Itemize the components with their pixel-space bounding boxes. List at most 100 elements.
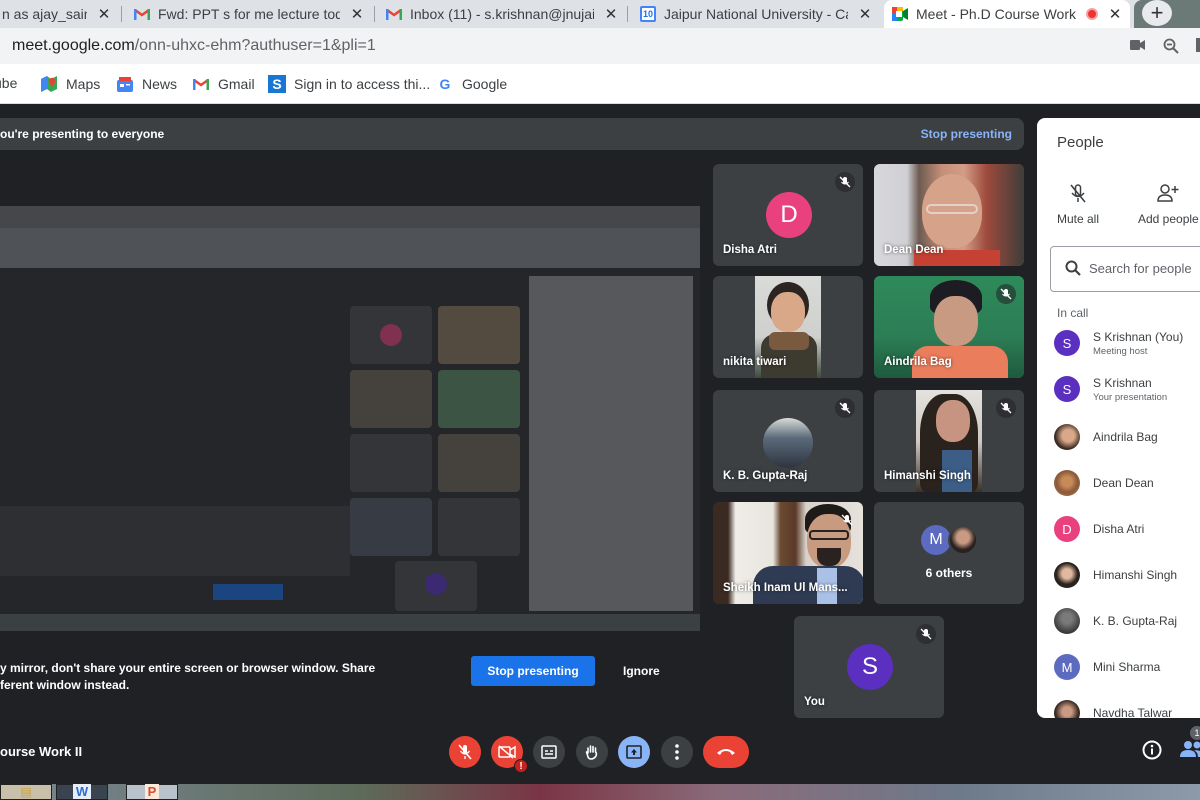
- info-icon: [1142, 740, 1162, 760]
- mute-all-button[interactable]: Mute all: [1057, 184, 1099, 226]
- participant-name: nikita tiwari: [723, 356, 787, 368]
- camera-toggle-button[interactable]: !: [491, 736, 528, 773]
- participant-list-item[interactable]: Aindrila Bag: [1054, 418, 1200, 458]
- participant-list-item[interactable]: Dean Dean: [1054, 464, 1200, 504]
- participant-tile[interactable]: nikita tiwari: [713, 276, 863, 378]
- search-people-input[interactable]: Search for people: [1050, 246, 1200, 292]
- participant-name: S Krishnan: [1093, 376, 1152, 390]
- close-tab-icon[interactable]: ✕: [350, 5, 364, 23]
- bookmark-maps[interactable]: Maps: [40, 75, 100, 93]
- close-tab-icon[interactable]: ✕: [97, 5, 111, 23]
- presenting-banner: ou're presenting to everyone Stop presen…: [0, 118, 1024, 150]
- browser-tab-active[interactable]: Meet - Ph.D Course Work II ✕: [884, 0, 1130, 28]
- tab-title: n as ajay_saini: [2, 6, 87, 22]
- bookmarks-bar: ube Maps News Gmail S Sign in to access …: [0, 64, 1200, 104]
- tab-title: Fwd: PPT s for me lecture today: [158, 6, 340, 22]
- mic-muted-icon: [996, 398, 1016, 418]
- browser-tab[interactable]: Inbox (11) - s.krishnan@jnujaipur ✕: [378, 0, 626, 28]
- stop-presenting-link[interactable]: Stop presenting: [921, 127, 1012, 141]
- camera-off-icon: [498, 745, 516, 759]
- taskbar-file-explorer[interactable]: ▤: [0, 784, 52, 800]
- browser-tab-strip: n as ajay_saini ✕ Fwd: PPT s for me lect…: [0, 0, 1200, 28]
- participant-list-item[interactable]: S S Krishnan Your presentation: [1054, 370, 1200, 410]
- zoom-out-icon[interactable]: [1163, 38, 1179, 58]
- bookmark-youtube[interactable]: ube: [0, 75, 17, 91]
- mirrored-tile: [438, 434, 520, 492]
- url-field[interactable]: meet.google.com/onn-uhxc-ehm?authuser=1&…: [12, 37, 376, 55]
- participant-name: Himanshi Singh: [1093, 568, 1178, 582]
- meeting-details-button[interactable]: [1142, 740, 1162, 760]
- google-calendar-icon: 10: [640, 6, 656, 22]
- hang-up-icon: [717, 749, 735, 755]
- ignore-button[interactable]: Ignore: [623, 664, 660, 678]
- taskbar-word[interactable]: W: [56, 784, 108, 800]
- maps-icon: [40, 75, 58, 93]
- camera-warning-badge: !: [514, 759, 528, 773]
- participant-list-item[interactable]: K. B. Gupta-Raj: [1054, 602, 1200, 642]
- microphone-off-icon: [458, 744, 472, 760]
- participant-tile[interactable]: D Disha Atri: [713, 164, 863, 266]
- browser-tab[interactable]: Fwd: PPT s for me lecture today ✕: [126, 0, 372, 28]
- bookmark-label: Maps: [66, 76, 101, 92]
- browser-tab[interactable]: n as ajay_saini ✕: [0, 0, 119, 28]
- mirrored-taskbar: [0, 614, 700, 631]
- mirrored-tile: [350, 434, 432, 492]
- extension-icon[interactable]: [1196, 38, 1200, 52]
- url-host: meet.google.com: [12, 37, 135, 54]
- participant-tile[interactable]: K. B. Gupta-Raj: [713, 390, 863, 492]
- folder-icon: ▤: [20, 785, 32, 799]
- avatar-photo: [948, 525, 978, 555]
- participant-name: Dean Dean: [884, 244, 944, 256]
- participant-name: Mini Sharma: [1093, 660, 1161, 674]
- mirrored-tile: [438, 370, 520, 428]
- present-now-button[interactable]: [618, 736, 650, 768]
- self-tile[interactable]: S You: [794, 616, 944, 718]
- add-people-button[interactable]: Add people: [1138, 184, 1199, 226]
- raise-hand-button[interactable]: [576, 736, 608, 768]
- close-tab-icon[interactable]: ✕: [858, 5, 872, 23]
- participant-name: S Krishnan (You): [1093, 330, 1184, 344]
- bookmark-news[interactable]: News: [116, 75, 177, 93]
- participant-name: You: [804, 696, 825, 708]
- close-tab-icon[interactable]: ✕: [604, 5, 618, 23]
- others-tile[interactable]: M 6 others: [874, 502, 1024, 604]
- leave-call-button[interactable]: [703, 736, 749, 768]
- participant-tile[interactable]: Sheikh Inam Ul Mans...: [713, 502, 863, 604]
- taskbar-powerpoint[interactable]: P: [126, 784, 178, 800]
- news-icon: [116, 75, 134, 93]
- close-tab-icon[interactable]: ✕: [1108, 5, 1122, 23]
- glasses-shape: [809, 530, 849, 540]
- participant-role: Meeting host: [1093, 346, 1148, 357]
- camera-in-use-icon[interactable]: [1130, 38, 1146, 55]
- mute-all-icon: [1057, 184, 1099, 206]
- captions-button[interactable]: [533, 736, 565, 768]
- people-panel-button[interactable]: [1180, 740, 1200, 760]
- browser-tab[interactable]: 10 Jaipur National University - Calendar…: [632, 0, 880, 28]
- url-path: /onn-uhxc-ehm?authuser=1&pli=1: [134, 37, 376, 54]
- tab-title: Inbox (11) - s.krishnan@jnujaipur: [410, 6, 594, 22]
- more-options-button[interactable]: [661, 736, 693, 768]
- participant-tile[interactable]: Himanshi Singh: [874, 390, 1024, 492]
- microphone-toggle-button[interactable]: [449, 736, 481, 768]
- participant-list-item[interactable]: M Mini Sharma: [1054, 648, 1200, 688]
- stop-presenting-button[interactable]: Stop presenting: [471, 656, 595, 686]
- mirrored-tile: [438, 498, 520, 556]
- new-tab-button[interactable]: +: [1142, 0, 1172, 26]
- tab-separator: [627, 6, 628, 22]
- bookmark-label: News: [142, 76, 178, 92]
- participant-list-item[interactable]: Himanshi Singh: [1054, 556, 1200, 596]
- participant-list-item[interactable]: D Disha Atri: [1054, 510, 1200, 550]
- bookmark-google[interactable]: G Google: [436, 75, 508, 93]
- powerpoint-icon: P: [144, 784, 160, 799]
- participant-name: K. B. Gupta-Raj: [1093, 614, 1178, 628]
- participant-tile[interactable]: Aindrila Bag: [874, 276, 1024, 378]
- address-bar[interactable]: meet.google.com/onn-uhxc-ehm?authuser=1&…: [0, 28, 1200, 64]
- bookmark-sign-in[interactable]: S Sign in to access thi...: [268, 75, 430, 93]
- participant-list-item[interactable]: Navdha Talwar: [1054, 694, 1200, 718]
- scarf-shape: [769, 332, 809, 350]
- participant-list-item[interactable]: S S Krishnan (You) Meeting host: [1054, 324, 1200, 364]
- bookmark-gmail[interactable]: Gmail: [192, 75, 255, 93]
- participant-tile[interactable]: Dean Dean: [874, 164, 1024, 266]
- mirrored-overlay: [0, 506, 350, 576]
- bookmark-label: Gmail: [218, 76, 255, 92]
